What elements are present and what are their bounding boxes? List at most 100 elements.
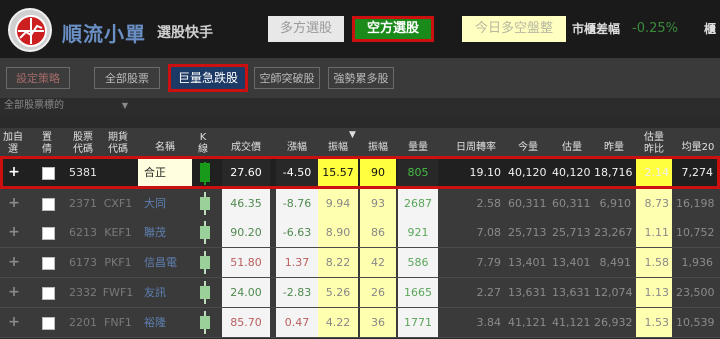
change-cell: 0.47 (276, 308, 318, 337)
candlestick-icon (198, 308, 212, 337)
row-checkbox[interactable] (42, 257, 55, 270)
col-prev-vol[interactable]: 昨量 (594, 128, 634, 158)
est-ratio-cell: 1.13 (636, 278, 672, 307)
avg20-cell: 10,752 (676, 226, 715, 239)
turnover-cell: 7.79 (476, 256, 502, 269)
est-ratio-cell: 1.58 (636, 248, 672, 277)
table-row[interactable]: +2332 FWF1 友訊 24.00 -2.83 5.26 26 1665 2.27 13,63… (0, 278, 720, 308)
table-row[interactable]: +2371 CXF1 大同 46.35 -8.76 9.94 93 2687 2.58 60,31… (0, 189, 720, 219)
turnover-cell: 3.84 (476, 316, 502, 329)
row-checkbox[interactable] (42, 317, 55, 330)
table-row[interactable]: +6173 PKF1 信昌電 51.80 1.37 8.22 42 586 7.79 13,401… (0, 248, 720, 278)
col-price[interactable]: 成交價 (222, 128, 270, 158)
amp1-cell: 8.22 (318, 248, 358, 277)
price-cell: 24.00 (222, 278, 270, 307)
est-vol-cell: 60,311 (552, 197, 591, 210)
est-vol-cell: 41,121 (552, 316, 591, 329)
amp1-cell: 8.90 (318, 218, 358, 247)
market-status-button[interactable]: 今日多空盤整 (462, 16, 566, 42)
row-checkbox[interactable] (42, 167, 55, 180)
price-cell: 90.20 (222, 218, 270, 247)
col-est-vol[interactable]: 估量 (552, 128, 592, 158)
add-watchlist-icon[interactable]: + (0, 189, 28, 218)
col-add[interactable]: 加自 選 (0, 128, 26, 158)
amp1-cell: 15.57 (318, 159, 358, 186)
stock-name: 大同 (144, 197, 166, 210)
avg20-cell: 1,936 (681, 256, 714, 269)
amp2-cell: 93 (360, 189, 396, 218)
candlestick-icon (198, 278, 212, 307)
add-watchlist-icon[interactable]: + (0, 159, 28, 186)
col-inv[interactable]: 置 倩 (30, 128, 64, 158)
est-vol-cell: 25,713 (552, 226, 591, 239)
col-est-ratio[interactable]: 估量 昨比 (636, 128, 672, 158)
logo-icon (8, 8, 52, 52)
vol-today-cell: 41,121 (508, 316, 547, 329)
table-header: 加自 選 置 倩 股票 代碼 期貨 代碼 名稱 K 線 成交價 漲幅 振幅 振幅… (0, 128, 720, 158)
amp2-cell: 90 (360, 159, 396, 186)
col-k[interactable]: K 線 (192, 128, 214, 158)
vol-today-cell: 40,120 (508, 166, 547, 179)
col-volume[interactable]: 量量 (398, 128, 438, 158)
volume-cell: 1771 (398, 308, 438, 337)
market-diff-label: 市櫃差幅 (572, 22, 621, 36)
cut-label: 櫃 (704, 22, 717, 36)
tab-strong[interactable]: 強勢累多股 (328, 67, 394, 89)
col-vol-today[interactable]: 今量 (508, 128, 548, 158)
prev-vol-cell: 18,716 (594, 166, 633, 179)
amp2-cell: 42 (360, 248, 396, 277)
table-row[interactable]: +6213 KEF1 聯茂 90.20 -6.63 8.90 86 921 7.08 25,713… (0, 218, 720, 248)
stock-filter-select[interactable]: 全部股票標的 ▼ (4, 98, 132, 114)
volume-cell: 586 (398, 248, 438, 277)
add-watchlist-icon[interactable]: + (0, 278, 28, 307)
stock-code: 5381 (69, 166, 97, 179)
stock-code: 2201 (69, 316, 97, 329)
table-row[interactable]: +2201 FNF1 裕隆 85.70 0.47 4.22 36 1771 3.84 41,121… (0, 308, 720, 338)
est-ratio-cell: 1.11 (636, 218, 672, 247)
tab-breakout[interactable]: 空師突破股 (254, 67, 320, 89)
stock-name: 信昌電 (144, 256, 177, 269)
tab-all-stocks[interactable]: 全部股票 (94, 67, 160, 89)
filter-bar: 全部股票標的 ▼ (0, 98, 720, 116)
candlestick-icon (198, 218, 212, 247)
amp2-cell: 36 (360, 308, 396, 337)
price-cell: 46.35 (222, 189, 270, 218)
short-picks-button[interactable]: 空方選股 (352, 16, 434, 42)
change-cell: -2.83 (276, 278, 318, 307)
row-checkbox[interactable] (42, 287, 55, 300)
vol-today-cell: 60,311 (508, 197, 547, 210)
strategy-toolbar: 設定策略 全部股票 巨量急跌股 空師突破股 強勢累多股 (0, 58, 720, 98)
add-watchlist-icon[interactable]: + (0, 308, 28, 337)
col-amp2[interactable]: 振幅 (360, 128, 396, 158)
volume-cell: 921 (398, 218, 438, 247)
volume-cell: 2687 (398, 189, 438, 218)
vol-today-cell: 13,401 (508, 256, 547, 269)
avg20-cell: 16,198 (676, 197, 715, 210)
col-turnover[interactable]: 日周轉率 (448, 128, 504, 158)
add-watchlist-icon[interactable]: + (0, 218, 28, 247)
set-strategy-button[interactable]: 設定策略 (6, 67, 70, 89)
table-row[interactable]: +5381 合正 27.60 -4.50 15.57 90 805 19.10 40,120 40… (0, 156, 720, 189)
col-stock-code[interactable]: 股票 代碼 (66, 128, 100, 158)
row-checkbox[interactable] (42, 227, 55, 240)
prev-vol-cell: 26,932 (594, 316, 633, 329)
est-vol-cell: 13,631 (552, 286, 591, 299)
row-checkbox[interactable] (42, 198, 55, 211)
col-change[interactable]: 漲幅 (276, 128, 318, 158)
col-futures-code[interactable]: 期貨 代碼 (100, 128, 136, 158)
futures-code (100, 159, 136, 186)
tab-volume-drop[interactable]: 巨量急跌股 (168, 64, 248, 92)
col-name[interactable]: 名稱 (138, 128, 192, 158)
stock-code: 6213 (69, 226, 97, 239)
turnover-cell: 19.10 (469, 166, 502, 179)
futures-code: CXF1 (103, 197, 133, 210)
candlestick-icon (198, 159, 212, 188)
vol-today-cell: 25,713 (508, 226, 547, 239)
long-picks-button[interactable]: 多方選股 (268, 16, 344, 42)
prev-vol-cell: 23,267 (594, 226, 633, 239)
chevron-down-icon: ▼ (121, 101, 128, 110)
add-watchlist-icon[interactable]: + (0, 248, 28, 277)
est-ratio-cell: 8.73 (636, 189, 672, 218)
candlestick-icon (198, 248, 212, 277)
col-avg20[interactable]: 均量20 (676, 128, 720, 158)
